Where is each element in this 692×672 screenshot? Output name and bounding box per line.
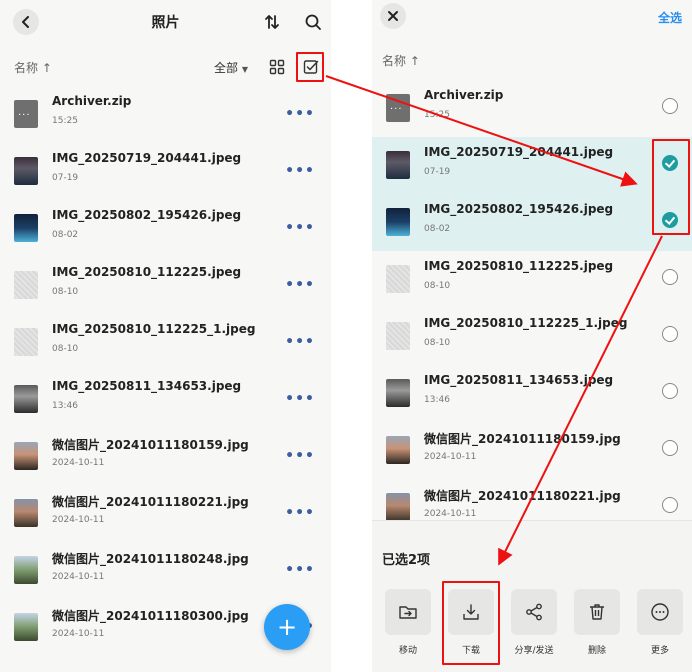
arrow-to-checkboxes [325,75,638,187]
arrow-to-download [498,235,663,566]
annotation-arrows [325,75,663,566]
